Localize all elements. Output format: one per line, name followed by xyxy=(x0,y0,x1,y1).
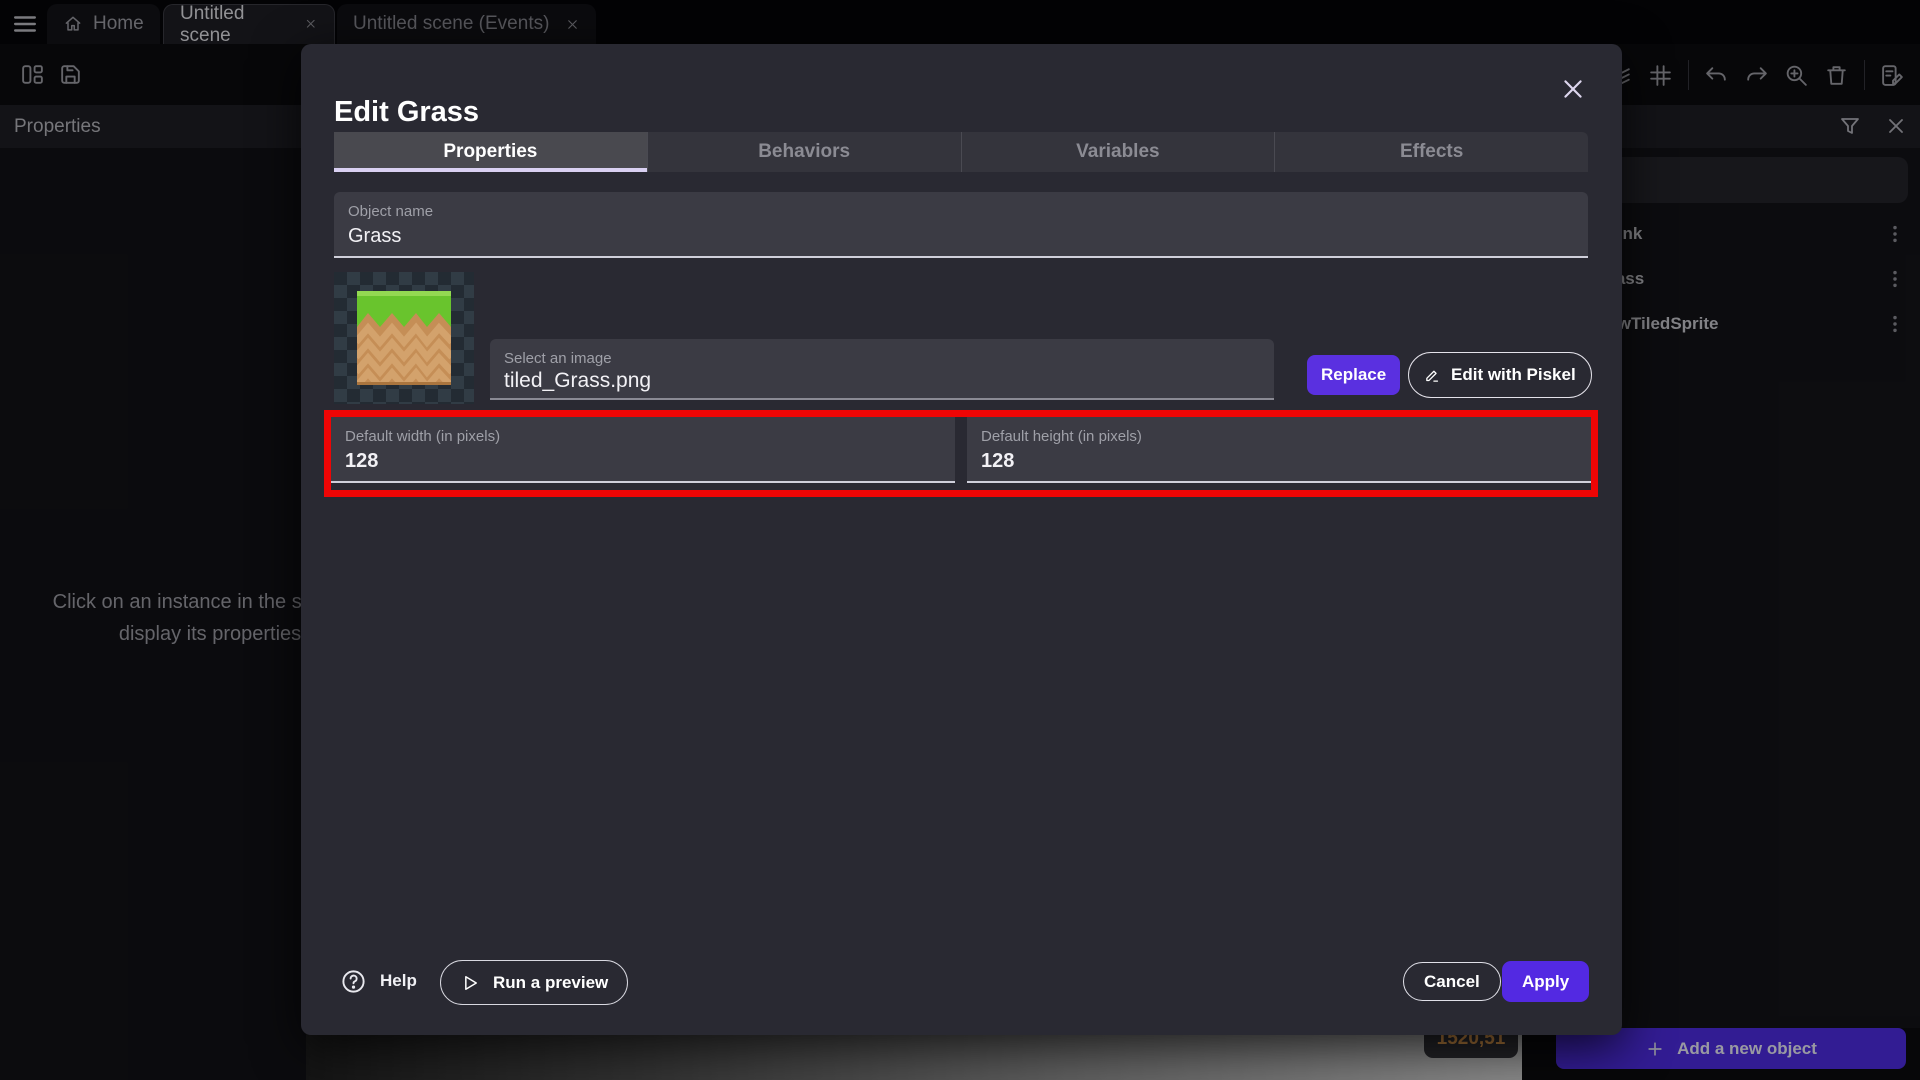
default-height-field[interactable]: Default height (in pixels) 128 xyxy=(967,417,1591,483)
tab-effects[interactable]: Effects xyxy=(1274,132,1588,172)
object-name-label: Object name xyxy=(348,203,433,220)
default-height-label: Default height (in pixels) xyxy=(981,428,1142,445)
pencil-icon xyxy=(1424,367,1441,384)
gdevelop-app: Home Untitled scene Untitled scene (Even… xyxy=(0,0,1920,1080)
grass-tile-image xyxy=(357,291,451,385)
tab-behaviors[interactable]: Behaviors xyxy=(647,132,961,172)
default-width-value: 128 xyxy=(345,450,378,473)
tab-properties[interactable]: Properties xyxy=(334,132,647,172)
help-button[interactable]: Help xyxy=(340,964,417,998)
default-height-value: 128 xyxy=(981,450,1014,473)
tab-variables[interactable]: Variables xyxy=(961,132,1275,172)
object-name-field[interactable]: Object name Grass xyxy=(334,192,1588,258)
run-preview-button[interactable]: Run a preview xyxy=(440,960,628,1005)
cancel-button[interactable]: Cancel xyxy=(1403,962,1501,1001)
close-icon[interactable] xyxy=(1560,76,1586,102)
play-icon xyxy=(460,973,480,993)
dialog-title: Edit Grass xyxy=(334,96,479,129)
select-image-value: tiled_Grass.png xyxy=(504,369,651,393)
help-icon xyxy=(340,968,367,995)
object-name-value: Grass xyxy=(348,225,401,248)
default-width-field[interactable]: Default width (in pixels) 128 xyxy=(331,417,955,483)
annotation-red-box: Default width (in pixels) 128 Default he… xyxy=(324,410,1598,497)
dialog-tab-bar: Properties Behaviors Variables Effects xyxy=(334,132,1588,172)
apply-button[interactable]: Apply xyxy=(1502,961,1589,1002)
edit-object-dialog: Edit Grass Properties Behaviors Variable… xyxy=(301,44,1622,1035)
replace-button[interactable]: Replace xyxy=(1307,355,1400,395)
select-image-label: Select an image xyxy=(504,350,612,367)
sprite-thumbnail[interactable] xyxy=(334,272,474,404)
default-width-label: Default width (in pixels) xyxy=(345,428,500,445)
edit-with-piskel-button[interactable]: Edit with Piskel xyxy=(1408,352,1592,398)
select-image-field[interactable]: Select an image tiled_Grass.png xyxy=(490,339,1274,400)
